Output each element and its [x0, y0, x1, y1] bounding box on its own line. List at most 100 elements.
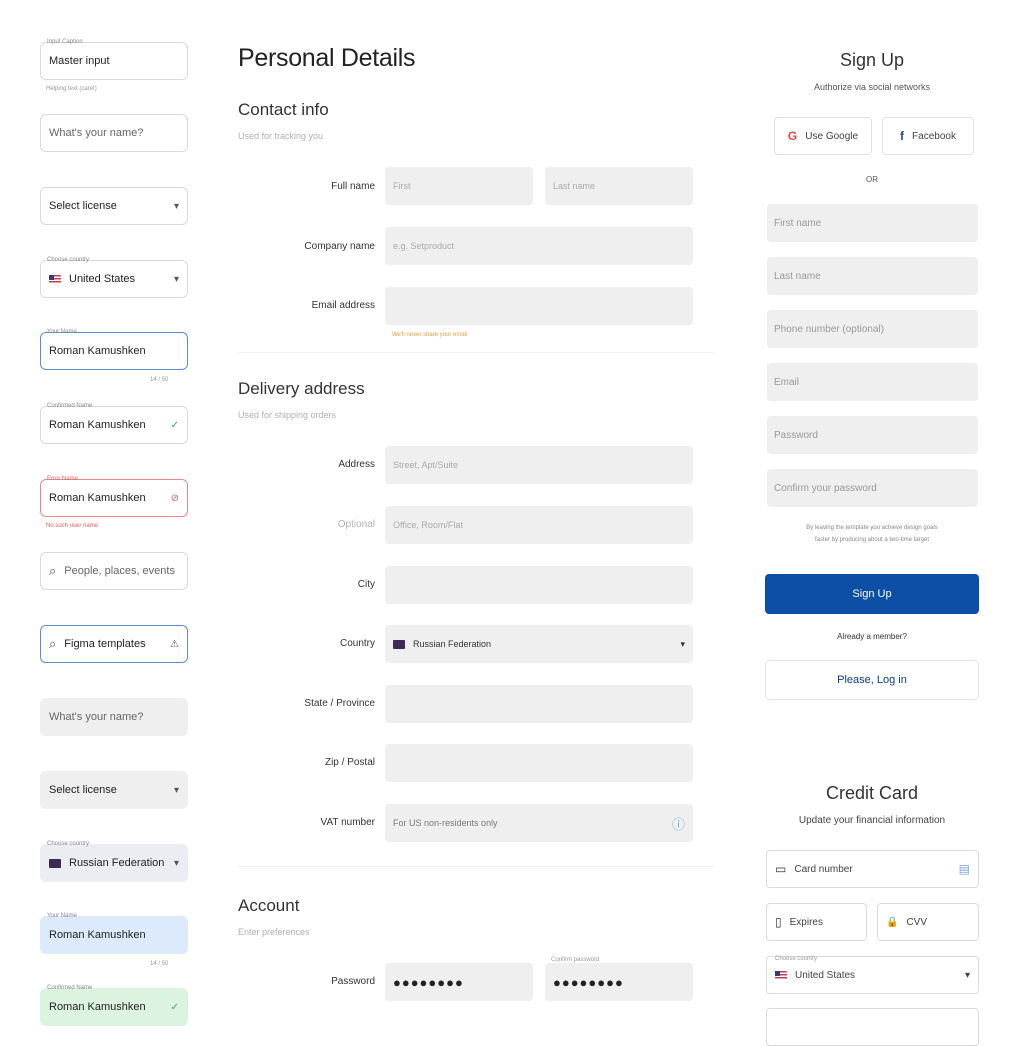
calendar-icon: ▯ [775, 915, 782, 929]
expires-input[interactable]: ▯ Expires [766, 903, 867, 941]
card-scan-icon[interactable]: ▤ [959, 862, 970, 876]
signup-panel: Sign Up Authorize via social networks G … [760, 0, 1024, 1046]
input-caption: Your Name [47, 913, 77, 919]
address-line2-input[interactable]: Office, Room/Flat [385, 506, 693, 544]
zip-postal-input[interactable] [385, 744, 693, 782]
name-input-focused[interactable]: Your Name Roman Kamushken [40, 329, 188, 370]
lock-icon: 🔒 [886, 916, 899, 928]
select-value: Russian Federation [413, 639, 492, 649]
cvv-input[interactable]: 🔒 CVV [877, 903, 979, 941]
name-input-filled[interactable]: What's your name? [40, 698, 188, 736]
chevron-down-icon: ▾ [173, 857, 179, 869]
info-icon[interactable]: ⓘ [672, 814, 685, 833]
input-placeholder: First [393, 181, 411, 191]
partial-input[interactable] [766, 1008, 979, 1046]
login-button[interactable]: Please, Log in [765, 660, 979, 700]
input-placeholder: Expires [789, 916, 823, 928]
input-caption: Confirmed Name [47, 403, 93, 409]
company-name-input[interactable]: e.g. Setproduct [385, 227, 693, 265]
email-input[interactable]: Email [767, 363, 978, 401]
clear-icon[interactable]: ⚠ [170, 639, 179, 650]
input-placeholder: Card number [794, 863, 853, 875]
vat-number-input[interactable]: For US non-residents only ⓘ [385, 804, 693, 842]
search-input[interactable]: ⌕ People, places, events [40, 552, 188, 590]
input-placeholder: Office, Room/Flat [393, 520, 463, 530]
helper-text: Helping text (caret) [46, 86, 97, 92]
facebook-icon: f [900, 129, 905, 143]
license-select-outline[interactable]: Select license ▾ [40, 187, 188, 225]
facebook-button-label: Facebook [912, 130, 956, 142]
input-caption: Error Name [47, 476, 79, 482]
country-select[interactable]: Russian Federation ▾ [385, 625, 693, 663]
last-name-input[interactable]: Last name [545, 167, 693, 205]
input-caption: Choose country [47, 841, 90, 847]
input-placeholder: Last name [774, 270, 821, 282]
name-input-filled-success[interactable]: Confirmed Name Roman Kamushken ✓ [40, 985, 188, 1026]
google-button[interactable]: G Use Google [774, 117, 872, 155]
search-input-focused[interactable]: ⌕ Figma templates ⚠ [40, 625, 188, 663]
email-address-input[interactable] [385, 287, 693, 325]
chevron-down-icon: ▾ [680, 638, 685, 649]
signup-subtitle: Authorize via social networks [813, 82, 931, 92]
license-select-filled[interactable]: Select license ▾ [40, 771, 188, 809]
input-placeholder: Phone number (optional) [774, 323, 885, 335]
last-name-input[interactable]: Last name [767, 257, 978, 295]
chevron-down-icon: ▾ [173, 784, 179, 796]
input-placeholder: Email [774, 376, 800, 388]
email-address-label: Email address [311, 300, 375, 311]
select-value: Select license [49, 784, 117, 796]
input-caption: Choose country [775, 956, 818, 962]
search-icon: ⌕ [49, 636, 57, 651]
email-warning-text: We'll never share your email [392, 332, 468, 338]
signup-button[interactable]: Sign Up [765, 574, 979, 614]
card-number-input[interactable]: ▭ Card number ▤ [766, 850, 979, 888]
credit-card-title: Credit Card [825, 783, 919, 803]
signup-title: Sign Up [839, 50, 905, 70]
delivery-address-subtitle: Used for shipping orders [238, 410, 337, 420]
state-province-input[interactable] [385, 685, 693, 723]
full-name-label: Full name [331, 181, 375, 192]
input-value: Roman Kamushken [49, 492, 146, 504]
input-placeholder: What's your name? [49, 127, 144, 139]
input-placeholder: Last name [553, 181, 596, 191]
country-select-outline[interactable]: Choose country United States ▾ [40, 257, 188, 298]
company-name-label: Company name [304, 241, 375, 252]
password-input[interactable]: Password [767, 416, 978, 454]
input-caption: Your Name [47, 329, 77, 335]
master-input[interactable]: Input Caption Master input [40, 39, 188, 80]
contact-info-heading: Contact info [238, 100, 329, 119]
password-input[interactable]: ●●●●●●●● [385, 963, 533, 1001]
confirm-password-input[interactable]: Confirm password ●●●●●●●● [545, 957, 693, 1001]
input-placeholder: CVV [906, 916, 928, 928]
us-flag-icon [775, 970, 787, 980]
input-caption: Choose country [47, 257, 90, 263]
country-select-filled[interactable]: Choose country Russian Federation ▾ [40, 841, 188, 882]
state-province-label: State / Province [304, 698, 375, 709]
phone-input[interactable]: Phone number (optional) [767, 310, 978, 348]
section-divider [238, 866, 714, 867]
address-input[interactable]: Street, Apt/Suite [385, 446, 693, 484]
country-select[interactable]: Choose country United States ▾ [766, 956, 979, 994]
account-subtitle: Enter preferences [238, 927, 310, 937]
country-label: Country [339, 638, 375, 649]
select-value: Select license [49, 200, 117, 212]
input-placeholder: Street, Apt/Suite [393, 460, 459, 470]
confirm-password-input[interactable]: Confirm your password [767, 469, 978, 507]
name-input-filled-focused[interactable]: Your Name Roman Kamushken [40, 913, 188, 954]
city-input[interactable] [385, 566, 693, 604]
already-member-text: Already a member? [837, 632, 907, 641]
character-counter: 14 / 50 [150, 377, 169, 383]
input-placeholder: Confirm your password [774, 482, 877, 494]
error-text: No such user name [46, 523, 99, 529]
vat-number-label: VAT number [320, 817, 375, 828]
russia-flag-icon [49, 858, 61, 868]
first-name-input[interactable]: First name [767, 204, 978, 242]
name-input-success[interactable]: Confirmed Name Roman Kamushken ✓ [40, 403, 188, 444]
input-value: Roman Kamushken [49, 419, 146, 431]
facebook-button[interactable]: f Facebook [882, 117, 974, 155]
name-input-error[interactable]: Error Name Roman Kamushken ⊘ [40, 476, 188, 517]
first-name-input[interactable]: First [385, 167, 533, 205]
input-placeholder: People, places, events [64, 565, 175, 577]
name-input-outline[interactable]: What's your name? [40, 114, 188, 152]
check-icon: ✓ [170, 419, 179, 431]
